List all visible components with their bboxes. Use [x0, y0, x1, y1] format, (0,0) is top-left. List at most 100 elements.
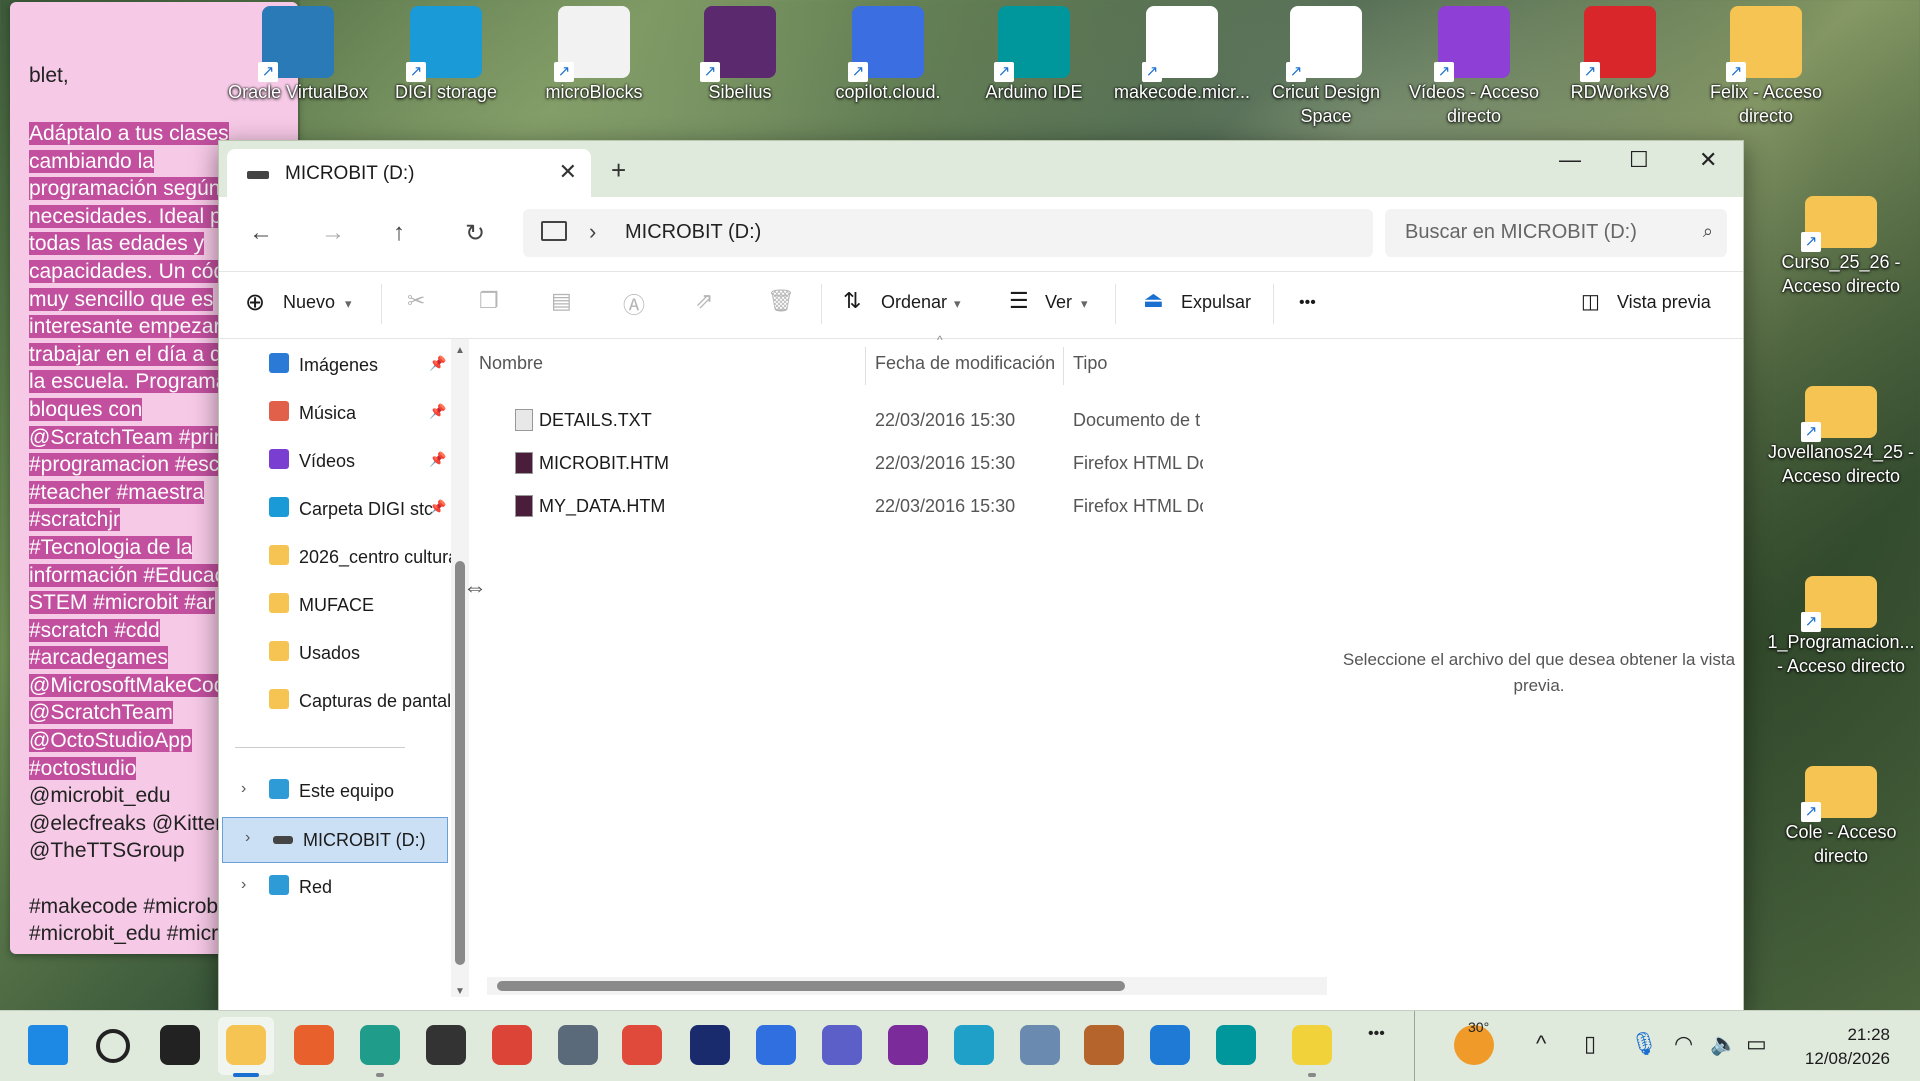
column-divider[interactable] [1063, 347, 1064, 385]
view-button[interactable]: Ver [1045, 292, 1072, 313]
power-automate-icon[interactable] [756, 1025, 796, 1065]
search-placeholder[interactable]: Buscar en MICROBIT (D:) [1405, 221, 1637, 244]
app-brown-icon[interactable] [1084, 1025, 1124, 1065]
desktop-icon[interactable]: ↗ RDWorksV8 [1550, 0, 1690, 104]
chevron-right-icon[interactable]: › [241, 780, 246, 798]
nav-item[interactable]: Usados [219, 631, 449, 675]
new-button[interactable]: Nuevo [283, 292, 335, 313]
chevron-up-icon[interactable]: ^ [1536, 1031, 1546, 1057]
share-icon[interactable]: ⇗ [695, 288, 713, 314]
volume-icon[interactable]: 🔈 [1710, 1031, 1737, 1057]
start-icon[interactable] [28, 1025, 68, 1065]
nav-scrollbar[interactable]: ▲ ▼ [451, 339, 469, 997]
more-options-button[interactable]: ••• [1299, 294, 1316, 312]
tab-microbit[interactable]: MICROBIT (D:) ✕ [227, 149, 591, 197]
column-name[interactable]: Nombre [479, 353, 543, 374]
copy-icon[interactable]: ❐ [479, 288, 499, 314]
usb-icon[interactable]: ▯ [1584, 1031, 1596, 1057]
search-icon[interactable] [96, 1029, 130, 1063]
audition-icon[interactable] [690, 1025, 730, 1065]
desktop-icon[interactable]: ↗ makecode.micr... [1112, 0, 1252, 104]
nav-item[interactable]: Vídeos 📌 [219, 439, 449, 483]
nav-item[interactable]: Capturas de pantall [219, 679, 451, 723]
nav-item[interactable]: MUFACE [219, 583, 449, 627]
vscode-icon[interactable] [1150, 1025, 1190, 1065]
sort-button[interactable]: Ordenar [881, 292, 947, 313]
nav-item[interactable]: Música 📌 [219, 391, 449, 435]
back-arrow-icon[interactable]: ← [249, 219, 273, 247]
scroll-thumb[interactable] [455, 561, 465, 965]
wifi-icon[interactable]: ◠ [1674, 1031, 1693, 1057]
minimize-button[interactable]: — [1559, 147, 1581, 173]
file-row[interactable]: DETAILS.TXT 22/03/2016 15:30 Documento de … [479, 399, 1325, 441]
nav-item[interactable]: Carpeta DIGI stc 📌 [219, 487, 449, 531]
new-tab-button[interactable]: + [611, 155, 626, 186]
refresh-icon[interactable]: ↻ [465, 219, 485, 248]
eject-button[interactable]: Expulsar [1181, 292, 1251, 313]
desktop-icon[interactable]: ↗ DIGI storage [376, 0, 516, 104]
chevron-right-icon[interactable]: › [245, 829, 250, 847]
forward-arrow-icon[interactable]: → [321, 219, 345, 247]
pin-icon[interactable]: 📌 [429, 403, 446, 420]
maximize-button[interactable]: ☐ [1629, 147, 1649, 173]
navigation-pane[interactable]: Imágenes 📌 Música 📌 Vídeos 📌 Carpeta DIGI stc 📌… [219, 339, 451, 1011]
firefox-icon[interactable] [294, 1025, 334, 1065]
close-window-button[interactable]: ✕ [1699, 147, 1717, 173]
file-explorer-window[interactable]: MICROBIT (D:) ✕ + — ☐ ✕ ← → ↑ ↻ › MICROB… [218, 140, 1744, 1012]
desktop-icon[interactable]: ↗ Cricut Design Space [1256, 0, 1396, 128]
column-type[interactable]: Tipo [1073, 353, 1107, 374]
app-purple-icon[interactable] [888, 1025, 928, 1065]
inkscape-icon[interactable] [426, 1025, 466, 1065]
desktop-icon[interactable]: ↗ Oracle VirtualBox [228, 0, 368, 104]
horizontal-scrollbar[interactable] [487, 977, 1327, 995]
tree-item[interactable]: › Red [219, 865, 449, 909]
file-list[interactable]: ^ Nombre Fecha de modificación Tipo DETA… [479, 333, 1325, 999]
arduino-icon[interactable] [1216, 1025, 1256, 1065]
pin-icon[interactable]: 📌 [429, 451, 446, 468]
task-view-icon[interactable] [160, 1025, 200, 1065]
column-date[interactable]: Fecha de modificación [875, 353, 1055, 374]
desktop-icon[interactable]: ↗ microBlocks [524, 0, 664, 104]
chevron-right-icon[interactable]: › [589, 219, 596, 245]
desktop-icon[interactable]: ↗ Felix - Acceso directo [1696, 0, 1836, 128]
chrome-icon[interactable] [492, 1025, 532, 1065]
more-apps-icon[interactable]: ••• [1368, 1025, 1385, 1043]
desktop-icon[interactable]: ↗ Curso_25_26 - Acceso directo [1766, 190, 1916, 298]
edge-icon[interactable] [360, 1025, 400, 1065]
address-box[interactable]: › MICROBIT (D:) [523, 209, 1373, 257]
delete-icon[interactable]: 🗑 [767, 288, 795, 314]
desktop-icon[interactable]: ↗ Vídeos - Acceso directo [1404, 0, 1544, 128]
desktop-icon[interactable]: ↗ 1_Programacion... - Acceso directo [1766, 570, 1916, 678]
edu-icon[interactable] [954, 1025, 994, 1065]
battery-icon[interactable]: ▭ [1746, 1031, 1767, 1057]
tree-item[interactable]: › Este equipo [219, 769, 449, 813]
microphone-icon[interactable]: 🎙 [1630, 1031, 1658, 1057]
cut-icon[interactable]: ✂ [407, 288, 425, 314]
chevron-right-icon[interactable]: › [241, 876, 246, 894]
chevron-down-icon[interactable]: ▾ [1081, 296, 1088, 312]
file-explorer-icon[interactable] [226, 1025, 266, 1065]
pin-icon[interactable]: 📌 [429, 499, 446, 516]
nav-item[interactable]: Imágenes 📌 [219, 343, 449, 387]
desktop-icon[interactable]: ↗ Jovellanos24_25 - Acceso directo [1766, 380, 1916, 488]
close-tab-icon[interactable]: ✕ [559, 159, 577, 185]
notepad-icon[interactable] [622, 1025, 662, 1065]
desktop-icon[interactable]: ↗ Cole - Acceso directo [1766, 760, 1916, 868]
scroll-up-icon[interactable]: ▲ [455, 345, 465, 356]
chevron-down-icon[interactable]: ▾ [954, 296, 961, 312]
file-row[interactable]: MY_DATA.HTM 22/03/2016 15:30 Firefox HTML … [479, 485, 1325, 527]
settings-icon[interactable] [558, 1025, 598, 1065]
scroll-thumb[interactable] [497, 981, 1125, 991]
up-arrow-icon[interactable]: ↑ [393, 219, 405, 247]
search-box[interactable]: Buscar en MICROBIT (D:) ⌕ [1385, 209, 1727, 257]
chevron-down-icon[interactable]: ▾ [345, 296, 352, 312]
sticky-notes-icon[interactable] [1292, 1025, 1332, 1065]
tree-item[interactable]: › MICROBIT (D:) [222, 817, 448, 863]
address-path[interactable]: MICROBIT (D:) [625, 221, 761, 244]
column-divider[interactable] [865, 347, 866, 385]
paste-icon[interactable]: ▤ [551, 288, 572, 314]
desktop-icon[interactable]: ↗ Arduino IDE [964, 0, 1104, 104]
clock[interactable]: 21:28 12/08/2026 [1805, 1023, 1890, 1071]
nav-item[interactable]: 2026_centro cultura [219, 535, 451, 579]
preview-pane-button[interactable]: Vista previa [1617, 292, 1711, 313]
